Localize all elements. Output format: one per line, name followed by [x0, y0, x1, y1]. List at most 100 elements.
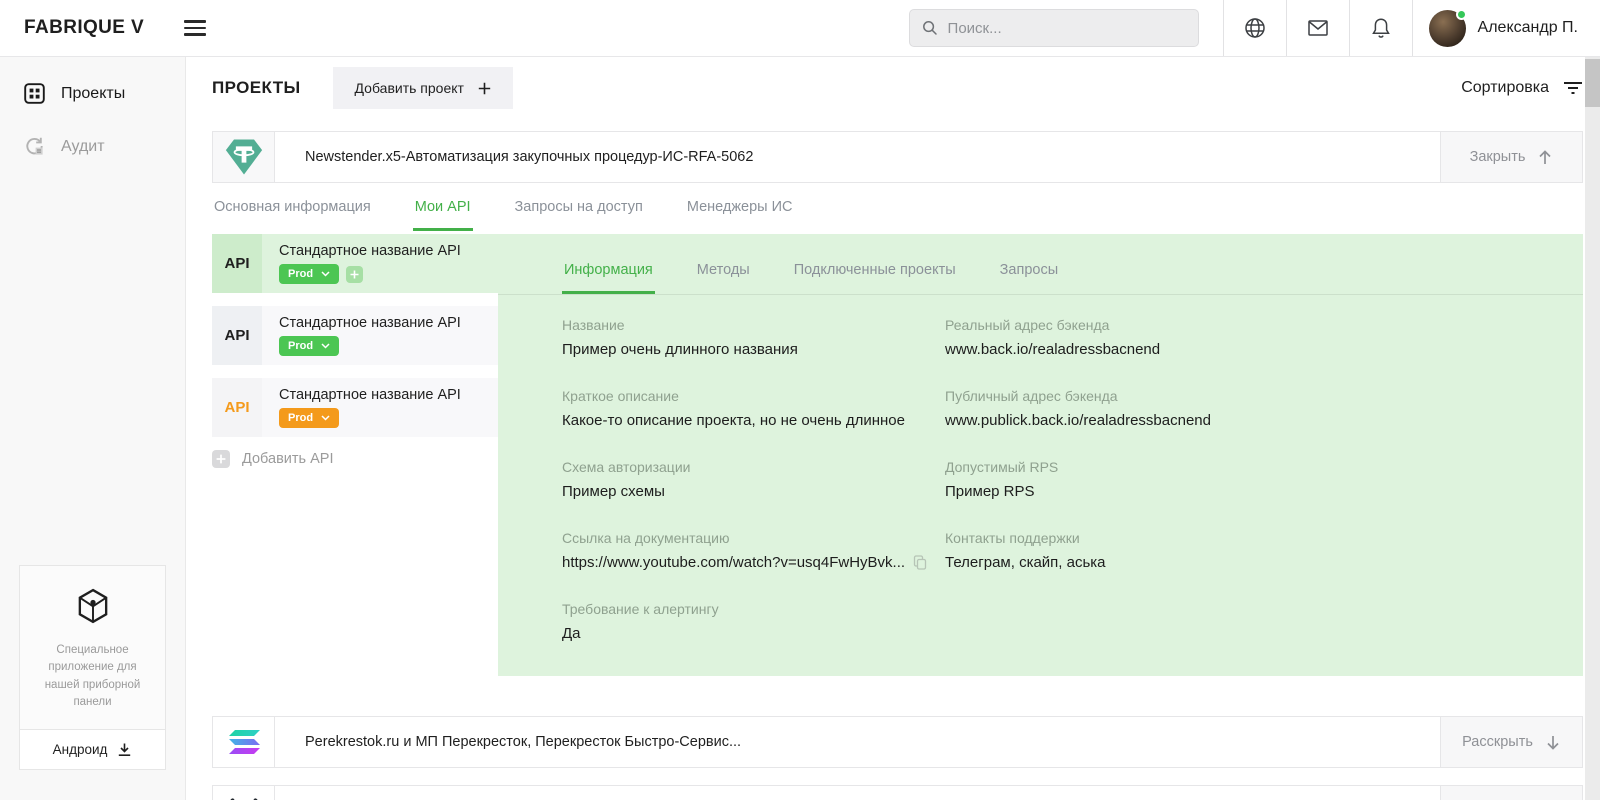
api-abbr: API [212, 306, 262, 365]
plus-icon [478, 82, 491, 95]
project-title: Perekrestok.ru и МП Перекресток, Перекре… [275, 786, 1440, 800]
collapse-project-button[interactable]: Закрыть [1440, 132, 1582, 182]
tab-requests[interactable]: Запросы [998, 248, 1060, 294]
expand-label: Расскрыть [1462, 734, 1533, 750]
api-abbr: API [212, 234, 262, 293]
tab-my-api[interactable]: Мои API [413, 185, 473, 231]
tab-access-requests[interactable]: Запросы на доступ [513, 185, 645, 231]
sidebar-item-label: Проекты [61, 85, 125, 103]
api-list-item[interactable]: API Стандартное название API Prod [212, 306, 498, 365]
notifications-button[interactable] [1350, 0, 1412, 56]
search-box[interactable] [909, 9, 1199, 47]
api-fields: Название Пример очень длинного названия … [562, 295, 1583, 642]
field-backend-public: Публичный адрес бэкенда www.publick.back… [945, 388, 1583, 429]
project-card-expanded: Newstender.x5-Автоматизация закупочных п… [212, 131, 1583, 183]
expand-project-button[interactable]: Расскрыть [1440, 717, 1582, 767]
scrollbar-track[interactable] [1585, 57, 1600, 800]
chevron-down-icon [321, 415, 330, 421]
field-alerting: Требование к алертингу Да [562, 601, 945, 642]
tab-methods[interactable]: Методы [695, 248, 752, 294]
project-title: Newstender.x5-Автоматизация закупочных п… [275, 132, 1440, 182]
api-title: Стандартное название API [279, 387, 461, 403]
api-abbr: API [212, 378, 262, 437]
field-support: Контакты поддержки Телеграм, скайп, аськ… [945, 530, 1583, 571]
tab-is-managers[interactable]: Менеджеры ИС [685, 185, 795, 231]
project-logo-cell [213, 786, 275, 800]
search-icon [922, 20, 938, 36]
env-label: Prod [288, 340, 313, 352]
project-logo-cell [213, 132, 275, 182]
sidebar-item-projects[interactable]: Проекты [0, 67, 185, 120]
copy-icon[interactable] [913, 555, 927, 570]
chevron-down-icon [321, 271, 330, 277]
app-promo-card: Специальное приложение для нашей приборн… [19, 565, 166, 770]
tab-main-info[interactable]: Основная информация [212, 185, 373, 231]
project-tabs: Основная информация Мои API Запросы на д… [212, 183, 1583, 231]
api-list-item[interactable]: API Стандартное название API Prod [212, 234, 498, 293]
projects-grid-icon [24, 83, 45, 104]
env-badge[interactable]: Prod [279, 408, 339, 428]
chevron-down-icon [321, 343, 330, 349]
sort-label: Сортировка [1461, 79, 1549, 97]
api-list-item[interactable]: API Стандартное название API Prod [212, 378, 498, 437]
field-docs-link: Ссылка на документацию https://www.youtu… [562, 530, 945, 571]
api-title: Стандартное название API [279, 243, 461, 259]
arrow-up-icon [1537, 149, 1553, 166]
add-env-button[interactable] [346, 266, 363, 283]
filter-icon [1563, 81, 1583, 95]
solana-logo-icon [228, 729, 260, 755]
language-globe-button[interactable] [1224, 0, 1286, 56]
messages-button[interactable] [1287, 0, 1349, 56]
field-backend-real: Реальный адрес бэкенда www.back.io/reala… [945, 317, 1583, 358]
mail-icon [1306, 16, 1330, 40]
api-panel-tabs: Информация Методы Подключенные проекты З… [562, 234, 1583, 294]
tab-connected-projects[interactable]: Подключенные проекты [792, 248, 958, 294]
env-label: Prod [288, 412, 313, 424]
bell-icon [1370, 16, 1392, 40]
search-input[interactable] [948, 20, 1186, 37]
plus-icon [212, 450, 230, 468]
tab-information[interactable]: Информация [562, 248, 655, 294]
user-menu[interactable]: Александр П. [1413, 0, 1600, 56]
project-card-collapsed: Perekrestok.ru и МП Перекресток, Перекре… [212, 785, 1583, 800]
cube-icon [76, 588, 110, 624]
main-content: ПРОЕКТЫ Добавить проект Сортировка [186, 57, 1600, 800]
projects-toolbar: ПРОЕКТЫ Добавить проект Сортировка [212, 57, 1583, 119]
field-name: Название Пример очень длинного названия [562, 317, 945, 358]
audit-refresh-icon [24, 136, 45, 157]
env-badge[interactable]: Prod [279, 336, 339, 356]
download-button-label: Андроид [53, 742, 108, 757]
add-project-label: Добавить проект [355, 80, 464, 96]
menu-icon[interactable] [184, 20, 206, 36]
api-list: API Стандартное название API Prod [212, 234, 498, 676]
page-title: ПРОЕКТЫ [212, 78, 301, 98]
app-logo: FABRIQUE V [24, 17, 144, 39]
add-api-button[interactable]: Добавить API [212, 450, 498, 468]
avatar [1429, 10, 1466, 47]
project-logo-cell [213, 717, 275, 767]
online-status-dot [1456, 9, 1467, 20]
android-download-button[interactable]: Андроид [20, 729, 165, 769]
env-label: Prod [288, 268, 313, 280]
project-title: Perekrestok.ru и МП Перекресток, Перекре… [275, 717, 1440, 767]
api-info-panel: Информация Методы Подключенные проекты З… [498, 234, 1583, 676]
sidebar-item-label: Аудит [61, 138, 105, 156]
field-auth-scheme: Схема авторизации Пример схемы [562, 459, 945, 500]
sidebar-item-audit[interactable]: Аудит [0, 120, 185, 173]
download-icon [117, 742, 132, 757]
app-header: FABRIQUE V Алекс [0, 0, 1600, 57]
api-title: Стандартное название API [279, 315, 461, 331]
sort-button[interactable]: Сортировка [1461, 79, 1583, 97]
tether-logo-icon [224, 138, 264, 176]
user-name: Александр П. [1478, 19, 1578, 37]
add-project-button[interactable]: Добавить проект [333, 67, 513, 109]
arrow-down-icon [1545, 734, 1561, 751]
collapse-label: Закрыть [1470, 149, 1526, 165]
field-rps: Допустимый RPS Пример RPS [945, 459, 1583, 500]
scrollbar-thumb[interactable] [1585, 59, 1600, 107]
add-api-label: Добавить API [242, 451, 333, 467]
expand-project-button[interactable]: Расскрыть [1440, 786, 1582, 800]
plus-icon [350, 270, 359, 279]
sidebar: Проекты Аудит Специальное приложение для… [0, 57, 186, 800]
env-badge[interactable]: Prod [279, 264, 339, 284]
